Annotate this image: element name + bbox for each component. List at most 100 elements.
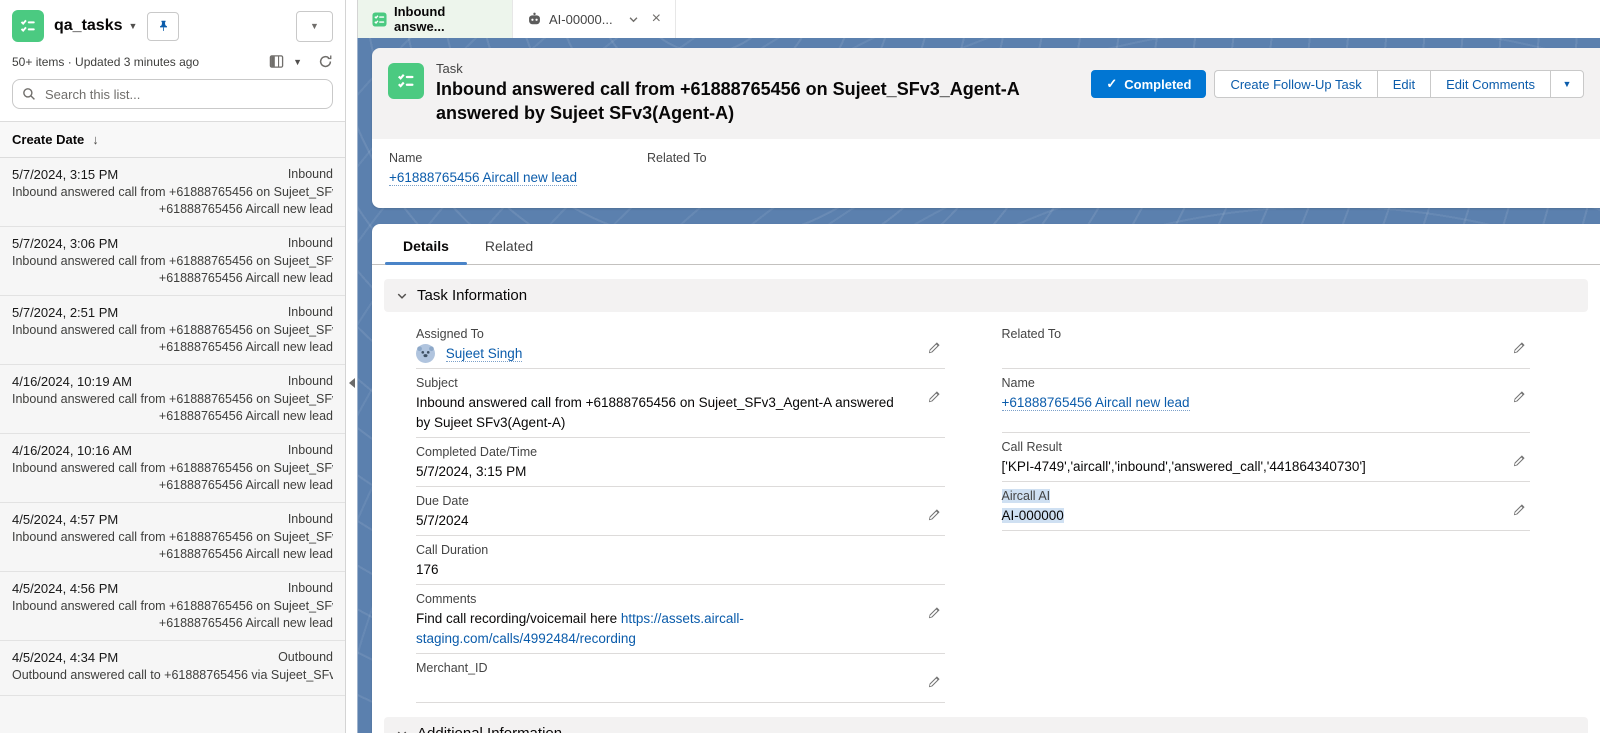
edit-button[interactable]: Edit <box>1377 70 1430 98</box>
highlight-field: Name +61888765456 Aircall new lead <box>389 151 647 189</box>
tab-related[interactable]: Related <box>467 224 551 264</box>
field-label: Call Result <box>1002 440 1062 454</box>
workspace-tab-label: AI-00000... <box>549 12 613 27</box>
field-value-link[interactable]: Sujeet Singh <box>446 346 523 362</box>
record-highlights-card: Task Inbound answered call from +6188876… <box>372 48 1600 208</box>
edit-field-button[interactable] <box>1512 454 1526 471</box>
item-direction: Inbound <box>288 236 333 251</box>
edit-field-button[interactable] <box>927 341 941 358</box>
item-subject: Inbound answered call from +61888765456 … <box>12 599 333 613</box>
field-label: Assigned To <box>416 327 484 341</box>
chevron-down-icon[interactable]: ▼ <box>129 21 138 31</box>
tab-close-icon[interactable]: × <box>652 11 661 27</box>
refresh-button[interactable] <box>318 54 333 69</box>
detail-field: Call Result ['KPI-4749','aircall','inbou… <box>1002 433 1531 482</box>
detail-field: Merchant_ID <box>416 654 945 703</box>
salesforce-console: qa_tasks ▼ ▼ 50+ items · Updated 3 minut… <box>0 0 1600 733</box>
workspace-tab-task[interactable]: Inbound answe... <box>358 0 513 38</box>
item-direction: Inbound <box>288 374 333 389</box>
field-value-text: 5/7/2024, 3:15 PM <box>416 464 526 479</box>
list-item[interactable]: 4/5/2024, 4:56 PM Inbound Inbound answer… <box>0 572 345 641</box>
item-related-name: +61888765456 Aircall new lead <box>12 340 333 354</box>
field-value-text: Inbound answered call from +61888765456 … <box>416 395 894 430</box>
refresh-icon <box>318 54 333 69</box>
edit-field-button[interactable] <box>927 390 941 407</box>
field-label: Call Duration <box>416 543 488 557</box>
item-related-name: +61888765456 Aircall new lead <box>12 202 333 216</box>
workspace-tab-label: Inbound answe... <box>394 4 498 34</box>
list-item[interactable]: 4/5/2024, 4:34 PM Outbound Outbound answ… <box>0 641 345 696</box>
field-value-text: ['KPI-4749','aircall','inbound','answere… <box>1002 459 1366 474</box>
pencil-icon <box>927 675 941 689</box>
item-create-date: 4/5/2024, 4:56 PM <box>12 581 118 596</box>
field-label: Due Date <box>416 494 469 508</box>
section-additional-information[interactable]: Additional Information <box>384 717 1588 733</box>
task-information-fields: Assigned To Sujeet Singh <box>372 312 1600 703</box>
highlight-field: Related To <box>647 151 905 189</box>
item-subject: Inbound answered call from +61888765456 … <box>12 461 333 475</box>
task-list: 5/7/2024, 3:15 PM Inbound Inbound answer… <box>0 158 345 733</box>
edit-field-button[interactable] <box>927 675 941 692</box>
section-task-information[interactable]: Task Information <box>384 279 1588 312</box>
list-item[interactable]: 4/5/2024, 4:57 PM Inbound Inbound answer… <box>0 503 345 572</box>
list-item[interactable]: 5/7/2024, 3:06 PM Inbound Inbound answer… <box>0 227 345 296</box>
detail-field: Completed Date/Time 5/7/2024, 3:15 PM <box>416 438 945 487</box>
list-item[interactable]: 4/16/2024, 10:19 AM Inbound Inbound answ… <box>0 365 345 434</box>
highlights-fields: Name +61888765456 Aircall new lead Relat… <box>372 139 1600 208</box>
create-follow-up-task-button[interactable]: Create Follow-Up Task <box>1214 70 1376 98</box>
pencil-icon <box>1512 503 1526 517</box>
detail-field: Name +61888765456 Aircall new lead <box>1002 369 1531 433</box>
pencil-icon <box>927 606 941 620</box>
edit-field-button[interactable] <box>927 508 941 525</box>
split-view-gutter <box>347 0 357 733</box>
field-label: Name <box>1002 376 1035 390</box>
edit-field-button[interactable] <box>1512 503 1526 520</box>
edit-field-button[interactable] <box>1512 341 1526 358</box>
item-subject: Inbound answered call from +61888765456 … <box>12 323 333 337</box>
display-as-button[interactable]: ▼ <box>269 54 302 69</box>
check-icon: ✓ <box>1106 76 1117 92</box>
collapse-panel-handle[interactable] <box>349 378 355 388</box>
tab-details[interactable]: Details <box>385 224 467 264</box>
item-create-date: 5/7/2024, 3:06 PM <box>12 236 118 251</box>
sort-header[interactable]: Create Date ↓ <box>0 121 345 158</box>
section-chevron-down-icon <box>396 728 408 733</box>
item-direction: Inbound <box>288 512 333 527</box>
item-subject: Outbound answered call to +61888765456 v… <box>12 668 333 682</box>
field-label: Completed Date/Time <box>416 445 537 459</box>
item-direction: Inbound <box>288 167 333 182</box>
list-item[interactable]: 5/7/2024, 2:51 PM Inbound Inbound answer… <box>0 296 345 365</box>
item-direction: Inbound <box>288 581 333 596</box>
record-actions: ✓ Completed Create Follow-Up Task Edit E… <box>1091 70 1584 98</box>
item-subject: Inbound answered call from +61888765456 … <box>12 185 333 199</box>
item-subject: Inbound answered call from +61888765456 … <box>12 392 333 406</box>
more-actions-button[interactable]: ▼ <box>1550 70 1584 98</box>
field-value-text: Find call recording/voicemail here <box>416 611 621 626</box>
mark-completed-button[interactable]: ✓ Completed <box>1091 70 1206 98</box>
tab-chevron-down-icon[interactable] <box>628 14 639 25</box>
edit-field-button[interactable] <box>1512 390 1526 407</box>
item-create-date: 5/7/2024, 2:51 PM <box>12 305 118 320</box>
field-value-link[interactable]: +61888765456 Aircall new lead <box>1002 395 1190 411</box>
section-chevron-down-icon <box>396 290 408 302</box>
item-direction: Outbound <box>278 650 333 665</box>
list-view-menu-button[interactable]: ▼ <box>296 11 333 42</box>
list-item[interactable]: 4/16/2024, 10:16 AM Inbound Inbound answ… <box>0 434 345 503</box>
record-canvas: Task Inbound answered call from +6188876… <box>357 38 1600 733</box>
search-input[interactable] <box>12 79 333 109</box>
field-value-text: AI-000000 <box>1002 508 1064 523</box>
workspace-tab-aircall-ai[interactable]: AI-00000... × <box>513 0 676 38</box>
record-detail-card: Details Related Task Information Assigne… <box>372 224 1600 733</box>
edit-comments-button[interactable]: Edit Comments <box>1430 70 1550 98</box>
item-direction: Inbound <box>288 305 333 320</box>
item-create-date: 5/7/2024, 3:15 PM <box>12 167 118 182</box>
field-label: Aircall AI <box>1002 489 1051 503</box>
pin-list-button[interactable] <box>147 12 179 41</box>
edit-field-button[interactable] <box>927 606 941 623</box>
detail-tabbar: Details Related <box>372 224 1600 265</box>
detail-field: Assigned To Sujeet Singh <box>416 320 945 369</box>
pencil-icon <box>1512 454 1526 468</box>
list-item[interactable]: 5/7/2024, 3:15 PM Inbound Inbound answer… <box>0 158 345 227</box>
list-view-title[interactable]: qa_tasks <box>54 17 123 35</box>
field-value-link[interactable]: +61888765456 Aircall new lead <box>389 170 577 186</box>
